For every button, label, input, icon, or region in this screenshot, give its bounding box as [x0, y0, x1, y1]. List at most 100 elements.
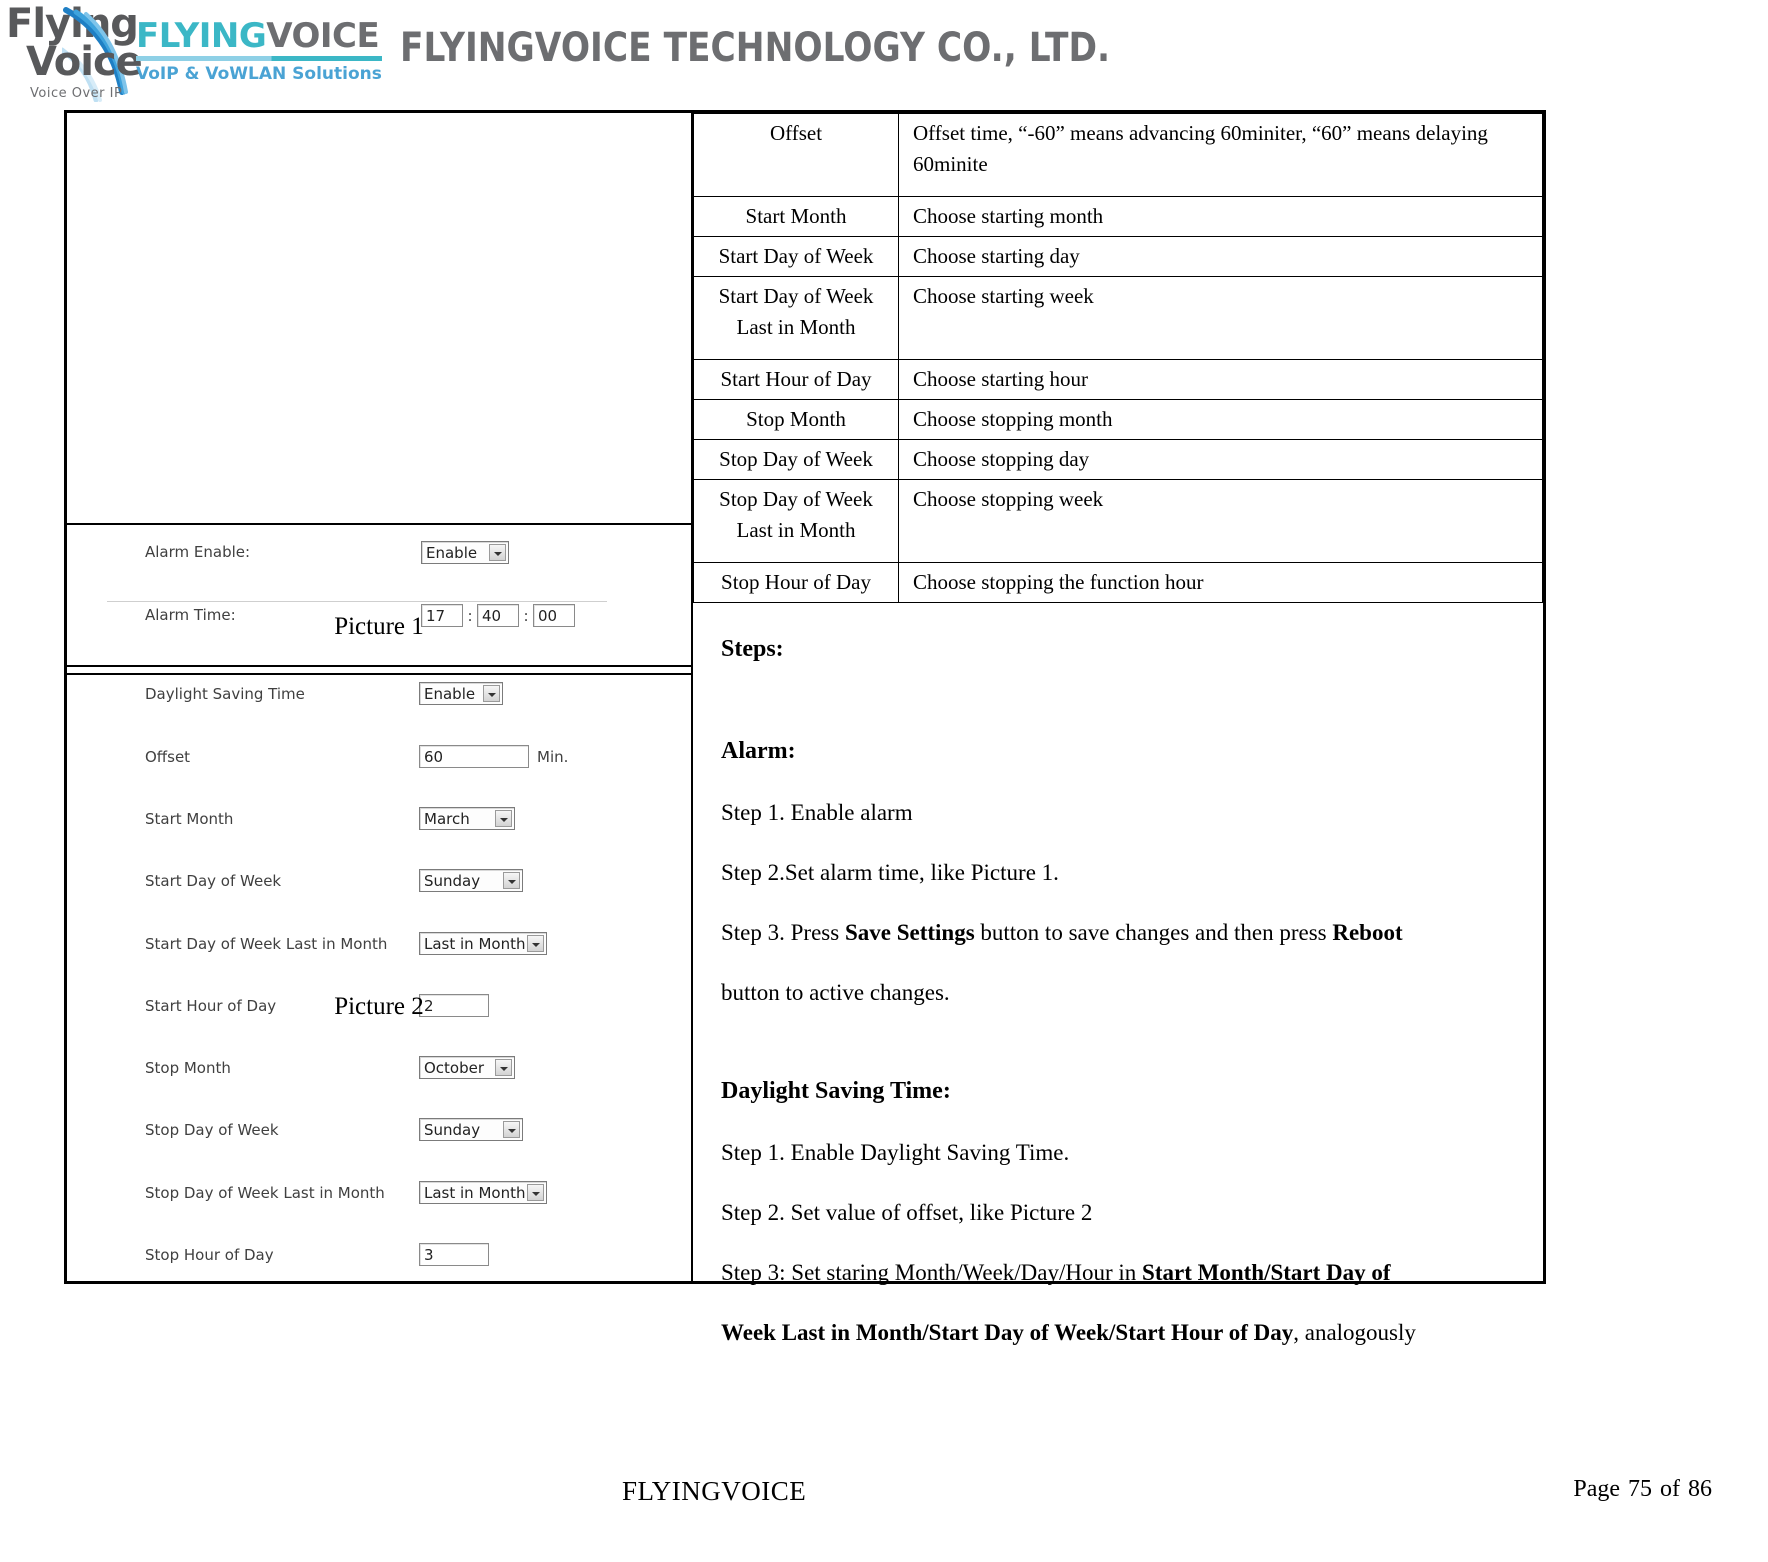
alarm-enable-label: Alarm Enable: [145, 543, 251, 561]
form-divider [107, 601, 607, 602]
param-key: Stop Hour of Day [693, 562, 899, 603]
alarm-settings-form: Alarm Enable: Enable Alarm Time: 17:40:0… [67, 539, 691, 659]
chevron-down-icon[interactable] [503, 1121, 520, 1138]
steps-area: Steps: Alarm: Step 1. Enable alarm Step … [693, 603, 1543, 1361]
param-key: Stop Day of Week Last in Month [693, 479, 899, 563]
param-key-line1: Start Day of Week [718, 284, 874, 308]
dst-step-2: Step 2. Set value of offset, like Pictur… [721, 1200, 1093, 1225]
start-day-of-week-value: Sunday [424, 872, 481, 890]
chevron-down-icon[interactable] [495, 810, 512, 827]
table-row: Start Day of Week Choose starting day [693, 236, 1543, 277]
alarm-step-3-part-c: button to save changes and then press [974, 920, 1333, 945]
alarm-step-3: Step 3. Press Save Settings button to sa… [721, 905, 1517, 961]
chevron-down-icon[interactable] [527, 935, 544, 952]
param-key-line2: Last in Month [736, 518, 856, 542]
stop-hour-of-day-input[interactable]: 3 [419, 1243, 489, 1266]
logo-mark-line2: Voice [26, 39, 143, 85]
footer-brand: FLYINGVOICE [622, 1476, 807, 1506]
chevron-down-icon[interactable] [503, 872, 520, 889]
parameter-description-table: Offset Offset time, “-60” means advancin… [693, 113, 1543, 603]
param-value: Choose starting month [898, 196, 1543, 237]
wordmark-subtitle: VoIP & VoWLAN Solutions [136, 64, 382, 84]
stop-day-of-week-last-select[interactable]: Last in Month [419, 1181, 547, 1204]
param-key: Offset [693, 113, 899, 197]
dst-enable-label: Daylight Saving Time [145, 685, 305, 703]
stop-day-of-week-last-value: Last in Month [424, 1184, 526, 1202]
footer-page-total: 86 [1688, 1476, 1712, 1502]
footer-pagination: Page 75 of 86 [1565, 1476, 1712, 1503]
param-value: Choose starting week [898, 276, 1543, 360]
dst-step-3-part-d: , analogously [1293, 1320, 1416, 1345]
param-value: Choose stopping month [898, 399, 1543, 440]
param-value: Choose starting hour [898, 359, 1543, 400]
param-value: Choose stopping day [898, 439, 1543, 480]
start-day-of-week-last-value: Last in Month [424, 935, 526, 953]
alarm-step-3-part-a: Step 3. Press [721, 920, 845, 945]
alarm-enable-select[interactable]: Enable [421, 541, 509, 564]
flyingvoice-logo-mark: Flying Voice Voice Over IP [2, 2, 143, 106]
stop-day-of-week-value: Sunday [424, 1121, 481, 1139]
param-key: Stop Day of Week [693, 439, 899, 480]
table-row: Offset Offset time, “-60” means advancin… [693, 113, 1543, 197]
start-day-of-week-last-select[interactable]: Last in Month [419, 932, 547, 955]
reboot-term: Reboot [1332, 920, 1403, 945]
content-frame: Alarm Enable: Enable Alarm Time: 17:40:0… [64, 110, 1546, 1345]
dst-offset-label: Offset [145, 748, 191, 766]
picture-2-panel: Daylight Saving Time Enable Offset 60 Min… [67, 665, 691, 1266]
stop-month-value: October [424, 1059, 485, 1077]
alarm-step-2: Step 2.Set alarm time, like Picture 1. [721, 860, 1059, 885]
param-key: Start Day of Week [693, 236, 899, 277]
dst-step-3-term-2: Week Last in Month/Start Day of Week/Sta… [721, 1320, 1294, 1345]
wordmark-voice: VOICE [266, 16, 380, 56]
chevron-down-icon[interactable] [489, 544, 506, 561]
stop-month-select[interactable]: October [419, 1056, 515, 1079]
param-value: Choose starting day [898, 236, 1543, 277]
company-title: FLYINGVOICE TECHNOLOGY CO., LTD. [400, 25, 1111, 71]
picture-1-caption: Picture 1 [334, 613, 424, 640]
page-header: Flying Voice Voice Over IP FLYINGVOICE V… [0, 0, 1768, 108]
chevron-down-icon[interactable] [483, 685, 500, 702]
wordmark-flying: FLYING [136, 16, 267, 56]
param-key: Start Day of Week Last in Month [693, 276, 899, 360]
alarm-enable-value: Enable [426, 544, 478, 562]
alarm-step-1: Step 1. Enable alarm [721, 800, 913, 825]
start-day-of-week-label: Start Day of Week [145, 872, 282, 890]
right-column: Offset Offset time, “-60” means advancin… [691, 113, 1543, 1345]
table-row: Start Month Choose starting month [693, 196, 1543, 237]
stop-day-of-week-label: Stop Day of Week [145, 1121, 279, 1139]
chevron-down-icon[interactable] [495, 1059, 512, 1076]
table-row: Stop Hour of Day Choose stopping the fun… [693, 562, 1543, 603]
stop-day-of-week-last-label: Stop Day of Week Last in Month [145, 1184, 385, 1202]
param-value: Offset time, “-60” means advancing 60min… [898, 113, 1543, 197]
alarm-section-title: Alarm: [721, 738, 796, 764]
param-value: Choose stopping week [898, 479, 1543, 563]
footer-page-number: 75 [1628, 1476, 1652, 1502]
footer-of-word: of [1660, 1476, 1680, 1502]
dst-step-1: Step 1. Enable Daylight Saving Time. [721, 1140, 1070, 1165]
daylight-saving-form: Daylight Saving Time Enable Offset 60 Min… [67, 681, 691, 1266]
start-day-of-week-last-label: Start Day of Week Last in Month [145, 935, 388, 953]
start-month-select[interactable]: March [419, 807, 515, 830]
steps-heading: Steps: [721, 636, 784, 662]
table-row: Stop Day of Week Last in Month Choose st… [693, 479, 1543, 563]
start-month-label: Start Month [145, 810, 234, 828]
page-footer: FLYINGVOICE Page 75 of 86 [0, 1476, 1768, 1536]
stop-day-of-week-select[interactable]: Sunday [419, 1118, 523, 1141]
dst-step-3-part-a: Step 3: Set staring Month/Week/Day/Hour … [721, 1260, 1143, 1285]
param-key: Stop Month [693, 399, 899, 440]
dst-step-3-cont: Week Last in Month/Start Day of Week/Sta… [721, 1305, 1517, 1361]
dst-enable-value: Enable [424, 685, 476, 703]
flyingvoice-wordmark: FLYINGVOICE VoIP & VoWLAN Solutions [136, 18, 388, 94]
start-day-of-week-select[interactable]: Sunday [419, 869, 523, 892]
param-key: Start Month [693, 196, 899, 237]
dst-enable-select[interactable]: Enable [419, 682, 503, 705]
wordmark-rule [136, 56, 382, 61]
dst-offset-input[interactable]: 60 [419, 745, 529, 768]
param-key-line2: Last in Month [736, 315, 856, 339]
param-key-line1: Stop Day of Week [719, 487, 873, 511]
stop-month-label: Stop Month [145, 1059, 231, 1077]
footer-page-word: Page [1573, 1476, 1620, 1502]
chevron-down-icon[interactable] [527, 1184, 544, 1201]
dst-step-3-term-1: Start Month/Start Day of [1142, 1260, 1391, 1285]
